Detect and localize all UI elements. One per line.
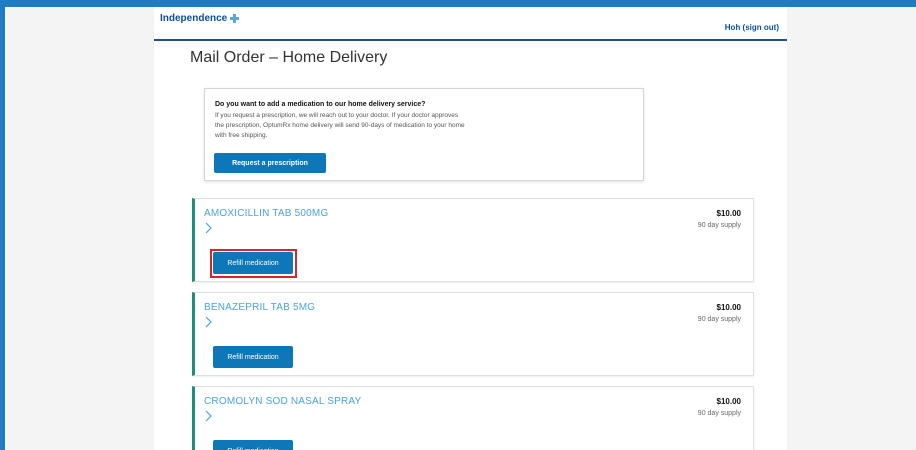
browser-viewport: Independence Hoh (sign out) Mail Order –… [5,7,916,450]
highlight-box [210,249,297,278]
add-medication-promo: Do you want to add a medication to our h… [204,88,644,181]
sign-out-link[interactable]: Hoh (sign out) [725,23,779,32]
medication-supply: 90 day supply [697,316,741,323]
chevron-right-icon[interactable] [205,221,213,235]
medication-card: BENAZEPRIL TAB 5MG $10.00 90 day supply … [192,292,754,376]
site-header: Independence Hoh (sign out) [154,7,787,41]
medication-supply: 90 day supply [697,222,741,229]
medication-name[interactable]: BENAZEPRIL TAB 5MG [204,302,315,313]
medication-name[interactable]: CROMOLYN SOD NASAL SPRAY [204,396,361,407]
promo-question: Do you want to add a medication to our h… [215,101,426,108]
cross-logo-icon [230,14,240,23]
refill-medication-button[interactable]: Refill medication [213,346,293,368]
chevron-right-icon[interactable] [205,409,213,423]
content-column: Independence Hoh (sign out) Mail Order –… [154,7,787,450]
medication-card: AMOXICILLIN TAB 500MG $10.00 90 day supp… [192,198,754,282]
medication-card: CROMOLYN SOD NASAL SPRAY $10.00 90 day s… [192,386,754,450]
medication-name[interactable]: AMOXICILLIN TAB 500MG [204,208,328,219]
medication-price: $10.00 [716,397,741,406]
logo-text: Independence [160,13,228,24]
request-prescription-button[interactable]: Request a prescription [214,153,326,173]
brand-logo[interactable]: Independence [160,13,240,24]
medication-price: $10.00 [716,303,741,312]
medication-supply: 90 day supply [697,410,741,417]
promo-body: If you request a prescription, we will r… [215,112,465,139]
refill-medication-button[interactable]: Refill medication [213,440,293,450]
medication-price: $10.00 [716,209,741,218]
chevron-right-icon[interactable] [205,315,213,329]
page-title: Mail Order – Home Delivery [190,49,388,66]
